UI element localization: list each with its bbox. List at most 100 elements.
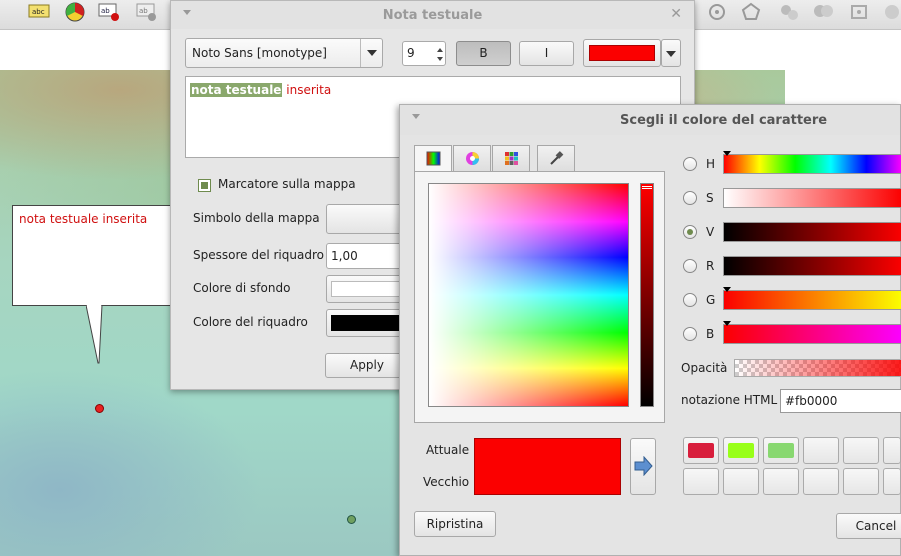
tab-color-square[interactable] (414, 145, 452, 172)
slider-handle[interactable] (723, 321, 731, 326)
color-preview (474, 438, 621, 495)
map-symbol-label: Simbolo della mappa (193, 211, 320, 225)
apply-button[interactable]: Apply (325, 353, 409, 378)
value-slider[interactable] (723, 222, 901, 242)
slider-handle[interactable] (723, 287, 731, 292)
html-color-value: #fb0000 (785, 394, 838, 408)
channel-radio-b[interactable] (683, 327, 697, 341)
chevron-down-icon[interactable] (360, 39, 382, 67)
color-dialog-title: Scegli il colore del carattere (620, 113, 828, 128)
color-wheel-icon (466, 152, 479, 165)
channel-radio-g[interactable] (683, 293, 697, 307)
red-slider[interactable] (723, 256, 901, 276)
tab-color-wheel[interactable] (453, 145, 491, 171)
swatch-2-fill (728, 443, 754, 458)
hue-slider[interactable] (723, 151, 901, 174)
font-size-value: 9 (407, 46, 415, 60)
swatch-empty[interactable] (803, 437, 839, 464)
editor-content: nota testuale inserita (190, 83, 331, 97)
digitize-merge-icon[interactable] (812, 2, 834, 22)
spin-up-icon[interactable] (437, 48, 443, 52)
frame-thickness-label: Spessore del riquadro (193, 248, 324, 262)
frame-thickness-value: 1,00 (331, 249, 358, 263)
swatch-grid-icon (505, 152, 518, 165)
saturation-slider[interactable] (723, 188, 901, 208)
channel-radio-r[interactable] (683, 259, 697, 273)
swatch-empty[interactable] (803, 468, 839, 495)
editor-text: inserita (282, 83, 332, 97)
html-color-input[interactable]: #fb0000 (780, 389, 901, 413)
cancel-button[interactable]: Cancel (836, 513, 901, 539)
tab-eyedropper[interactable] (537, 145, 575, 171)
swatch-1-fill (688, 443, 714, 458)
background-color-label: Colore di sfondo (193, 281, 291, 295)
annotation-anchor-point[interactable] (95, 404, 104, 413)
digitize-rotate-icon[interactable] (740, 2, 762, 22)
opacity-label: Opacità (681, 361, 728, 375)
map-marker-checkbox[interactable] (198, 179, 211, 192)
color-picker-dialog[interactable]: Scegli il colore del carattere H S V R G… (399, 104, 901, 556)
note-dialog-title: Nota testuale (382, 8, 483, 23)
digitize-offset-icon[interactable] (848, 2, 870, 22)
saturation-hue-area[interactable] (428, 183, 629, 407)
text-color-button[interactable] (583, 39, 661, 67)
editor-selected-text: nota testuale (190, 83, 283, 97)
spin-down-icon[interactable] (437, 57, 443, 61)
slider-handle[interactable] (723, 151, 731, 156)
annotation-callout-tail (86, 305, 103, 364)
channel-label-g: G (706, 293, 716, 307)
apply-color-button[interactable] (630, 438, 656, 495)
swatch-empty[interactable] (763, 468, 799, 495)
opacity-slider[interactable] (734, 359, 901, 377)
swatch-3-fill (768, 443, 794, 458)
label-move-tool-icon[interactable]: ab (136, 2, 158, 22)
swatch-empty[interactable] (843, 468, 879, 495)
channel-label-b: B (706, 327, 715, 341)
svg-text:ab: ab (101, 7, 110, 15)
color-square-panel (414, 171, 665, 423)
swatch-2[interactable] (723, 437, 759, 464)
channel-radio-s[interactable] (683, 191, 697, 205)
italic-button[interactable]: I (519, 41, 574, 66)
label-pin-tool-icon[interactable]: ab (98, 2, 120, 22)
blue-slider[interactable] (723, 321, 901, 344)
channel-label-s: S (706, 191, 714, 205)
font-size-spinbox[interactable]: 9 (402, 41, 446, 66)
window-menu-icon[interactable] (412, 114, 420, 119)
swatch-1[interactable] (683, 437, 719, 464)
green-slider[interactable] (723, 287, 901, 310)
tab-swatch-grid[interactable] (492, 145, 530, 171)
bold-button[interactable]: B (456, 41, 511, 66)
swatch-empty[interactable] (883, 468, 901, 495)
text-annotation-box[interactable]: nota testuale inserita (12, 205, 174, 306)
swatch-3[interactable] (763, 437, 799, 464)
swatch-empty[interactable] (723, 468, 759, 495)
border-color-label: Colore del riquadro (193, 315, 308, 329)
arrow-right-icon (634, 456, 653, 476)
current-color-label: Attuale (426, 443, 470, 457)
channel-label-v: V (706, 225, 715, 239)
reset-button[interactable]: Ripristina (414, 511, 496, 537)
color-dialog-titlebar[interactable]: Scegli il colore del carattere (400, 105, 900, 135)
map-point-marker[interactable] (347, 515, 356, 524)
channel-radio-v[interactable] (683, 225, 697, 239)
font-family-select[interactable]: Noto Sans [monotype] (185, 38, 383, 68)
swatch-empty[interactable] (883, 437, 901, 464)
note-dialog-titlebar[interactable]: Nota testuale ✕ (171, 1, 694, 29)
swatch-empty[interactable] (843, 437, 879, 464)
value-strip[interactable] (640, 183, 654, 407)
map-marker-label: Marcatore sulla mappa (218, 177, 356, 191)
swatch-empty[interactable] (683, 468, 719, 495)
diagram-tool-icon[interactable] (64, 2, 86, 22)
digitize-reshape-icon[interactable] (882, 2, 901, 22)
text-color-menu-button[interactable] (661, 39, 681, 67)
old-color-label: Vecchio (423, 475, 470, 489)
label-tool-icon[interactable]: abc (28, 2, 50, 22)
digitize-split-icon[interactable] (778, 2, 800, 22)
channel-radio-h[interactable] (683, 157, 697, 171)
close-icon[interactable]: ✕ (670, 6, 682, 22)
channel-label-r: R (706, 259, 715, 273)
value-strip-marker[interactable] (642, 186, 652, 189)
digitize-node-icon[interactable] (706, 2, 728, 22)
color-square-icon (426, 151, 441, 166)
